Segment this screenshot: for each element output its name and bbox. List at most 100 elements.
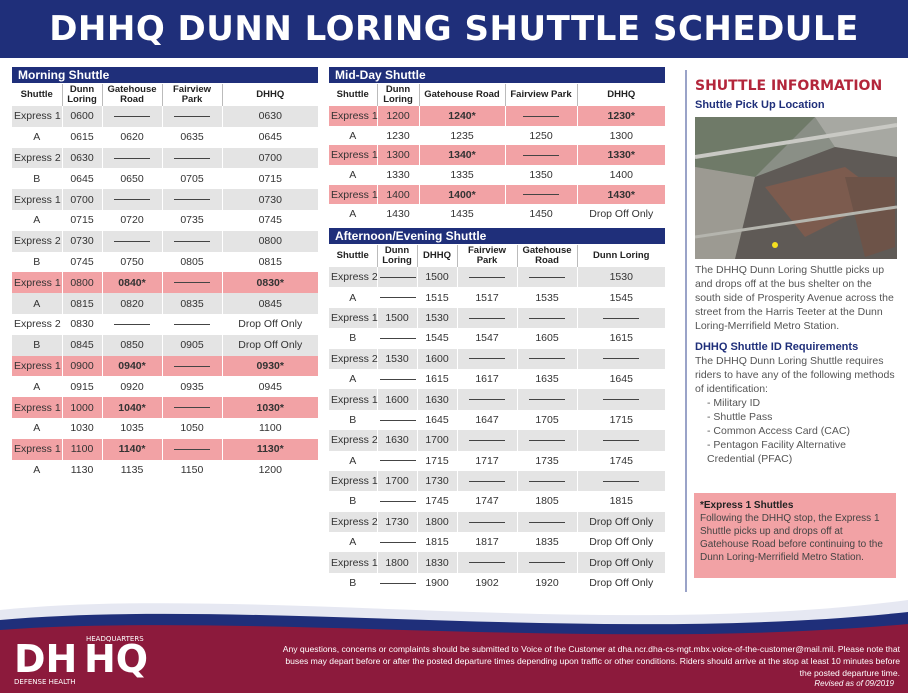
- time-cell: 1400: [376, 184, 419, 205]
- no-stop-dash: [114, 324, 150, 326]
- time-cell: 1335: [418, 165, 505, 185]
- no-stop-dash: [603, 480, 640, 482]
- time-cell: [376, 368, 417, 390]
- column-header: Shuttle: [12, 84, 62, 106]
- time-cell: [516, 267, 577, 288]
- time-cell: [161, 313, 222, 335]
- svg-text:DEFENSE HEALTH: DEFENSE HEALTH: [14, 678, 76, 686]
- time-cell: 1830: [416, 552, 457, 573]
- column-header: Gatehouse Road: [516, 245, 577, 267]
- time-cell: 1815: [576, 491, 665, 512]
- time-cell: 0745: [61, 251, 102, 273]
- id-item: - Military ID: [707, 397, 761, 409]
- time-cell: 1800: [416, 511, 457, 533]
- time-cell: 0620: [101, 126, 162, 148]
- time-cell: 1745: [576, 450, 665, 471]
- schedule-row: A 1130 1135 1150 1200: [12, 459, 318, 481]
- shuttle-name-cell: Express 1: [12, 438, 62, 460]
- time-cell: 0840*: [101, 272, 162, 294]
- column-header: Shuttle: [329, 84, 377, 106]
- no-stop-dash: [469, 480, 505, 482]
- column-header: Dunn Loring: [61, 84, 102, 106]
- time-cell: [101, 230, 162, 252]
- schedule-row: Express 1 1300 1340* 1330*: [329, 145, 665, 166]
- time-cell: 0700: [221, 147, 318, 169]
- time-cell: Drop Off Only: [576, 204, 665, 225]
- time-cell: Drop Off Only: [221, 313, 318, 335]
- time-cell: 0745: [221, 209, 318, 231]
- no-stop-dash: [469, 440, 505, 442]
- schedule-row: B 0845 0850 0905 Drop Off Only: [12, 334, 318, 356]
- schedule-row: A 1615 1617 1635 1645: [329, 368, 665, 390]
- pickup-heading: Shuttle Pick Up Location: [695, 99, 825, 111]
- time-cell: [376, 287, 417, 308]
- time-cell: [161, 397, 222, 418]
- schedule-row: Express 1 1200 1240* 1230*: [329, 106, 665, 126]
- shuttle-name-cell: A: [12, 376, 62, 398]
- time-cell: [516, 307, 577, 329]
- no-stop-dash: [469, 317, 505, 319]
- shuttle-name-cell: B: [12, 334, 62, 356]
- schedule-row: A 0715 0720 0735 0745: [12, 209, 318, 231]
- time-cell: 1817: [456, 532, 517, 553]
- svg-text:DH: DH: [14, 637, 77, 681]
- time-cell: 1700: [416, 430, 457, 451]
- no-stop-dash: [523, 115, 559, 117]
- shuttle-name-cell: B: [12, 251, 62, 273]
- time-cell: [456, 552, 517, 573]
- time-cell: 1435: [418, 204, 505, 225]
- time-cell: [161, 147, 222, 169]
- no-stop-dash: [523, 194, 559, 196]
- time-cell: 0630: [221, 106, 318, 127]
- pickup-location-photo: [695, 117, 897, 259]
- time-cell: [504, 145, 577, 166]
- id-list: - Military ID - Shuttle Pass - Common Ac…: [695, 396, 895, 466]
- schedule-row: Express 1 0700 0730: [12, 189, 318, 210]
- time-cell: Drop Off Only: [576, 552, 665, 573]
- time-cell: [576, 470, 665, 492]
- time-cell: [456, 430, 517, 451]
- schedule-row: A 1330 1335 1350 1400: [329, 165, 665, 185]
- time-cell: 0645: [61, 168, 102, 190]
- no-stop-dash: [114, 157, 150, 159]
- time-cell: 0930*: [221, 355, 318, 377]
- no-stop-dash: [379, 582, 416, 584]
- time-cell: 0650: [101, 168, 162, 190]
- schedule-row: Express 1 1100 1140* 1130*: [12, 438, 318, 460]
- schedule-row: B 1545 1547 1605 1615: [329, 328, 665, 349]
- time-cell: 1250: [504, 125, 577, 146]
- time-cell: 0715: [61, 209, 102, 231]
- time-cell: 1200: [376, 106, 419, 126]
- no-stop-dash: [174, 157, 210, 159]
- time-cell: [376, 267, 417, 288]
- time-cell: 1130*: [221, 438, 318, 460]
- shuttle-name-cell: Express 1: [329, 106, 378, 126]
- time-cell: 0715: [221, 168, 318, 190]
- time-cell: [576, 430, 665, 451]
- id-item: - Shuttle Pass: [707, 411, 773, 423]
- time-cell: 0935: [161, 376, 222, 398]
- no-stop-dash: [174, 199, 210, 201]
- time-cell: [504, 184, 577, 205]
- time-cell: 1135: [101, 459, 162, 481]
- time-cell: 1530: [416, 307, 457, 329]
- midday-table: Shuttle Dunn Loring Gatehouse Road Fairview…: [329, 84, 665, 225]
- time-cell: 0730: [61, 230, 102, 252]
- time-cell: [376, 328, 417, 349]
- time-cell: 1140*: [101, 438, 162, 460]
- time-cell: 1400*: [418, 184, 505, 205]
- schedule-row: Express 2 1530 1600: [329, 348, 665, 369]
- time-cell: [516, 389, 577, 410]
- no-stop-dash: [114, 199, 150, 201]
- time-cell: 1150: [161, 459, 222, 481]
- shuttle-name-cell: Express 1: [329, 552, 378, 573]
- time-cell: 0730: [221, 189, 318, 210]
- shuttle-name-cell: Express 1: [12, 106, 62, 127]
- column-header: Gatehouse Road: [418, 84, 505, 106]
- no-stop-dash: [523, 154, 559, 156]
- no-stop-dash: [469, 521, 505, 523]
- time-cell: 1730: [416, 470, 457, 492]
- shuttle-name-cell: A: [12, 459, 62, 481]
- shuttle-name-cell: Express 1: [12, 397, 62, 418]
- id-heading: DHHQ Shuttle ID Requirements: [695, 341, 859, 353]
